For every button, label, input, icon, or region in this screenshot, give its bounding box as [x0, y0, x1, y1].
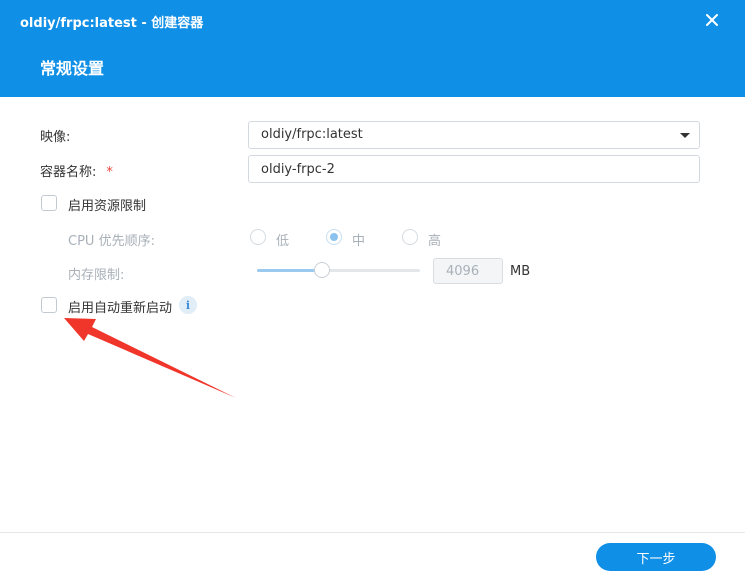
memory-unit-label: MB	[510, 264, 531, 279]
auto-restart-label: 启用自动重新启动	[68, 301, 173, 316]
image-select-value: oldiy/frpc:latest	[261, 127, 363, 142]
cpu-priority-medium-label: 中	[352, 234, 366, 249]
memory-slider-track[interactable]	[257, 269, 420, 272]
image-label: 映像:	[40, 130, 71, 145]
info-icon[interactable]: i	[179, 296, 197, 314]
close-icon	[706, 14, 718, 26]
resource-limit-checkbox[interactable]	[41, 195, 57, 211]
container-name-label: 容器名称: *	[40, 161, 113, 180]
close-button[interactable]	[701, 9, 723, 31]
cpu-priority-low-radio[interactable]	[250, 229, 266, 245]
image-select[interactable]: oldiy/frpc:latest	[248, 121, 700, 149]
cpu-priority-medium-radio[interactable]	[326, 229, 342, 245]
resource-limit-label: 启用资源限制	[68, 199, 147, 214]
memory-slider-fill	[257, 269, 323, 272]
chevron-down-icon	[680, 133, 690, 138]
container-name-input[interactable]	[248, 155, 700, 183]
memory-limit-input[interactable]	[433, 258, 503, 284]
cpu-priority-high-label: 高	[428, 234, 442, 249]
section-title: 常规设置	[40, 59, 105, 78]
cpu-priority-low-label: 低	[276, 234, 290, 249]
cpu-priority-high-radio[interactable]	[402, 229, 418, 245]
memory-slider-handle[interactable]	[314, 262, 331, 278]
next-button[interactable]: 下一步	[596, 543, 716, 571]
cpu-priority-label: CPU 优先顺序:	[68, 234, 155, 249]
create-container-dialog: oldiy/frpc:latest - 创建容器 常规设置 映像: oldiy/…	[0, 0, 745, 581]
required-mark: *	[106, 165, 113, 180]
dialog-header: oldiy/frpc:latest - 创建容器 常规设置	[0, 0, 745, 97]
container-name-label-text: 容器名称:	[40, 165, 97, 180]
annotation-arrow-shape	[64, 318, 236, 398]
memory-limit-label: 内存限制:	[68, 268, 125, 283]
auto-restart-checkbox[interactable]	[41, 297, 57, 313]
footer-divider	[0, 532, 745, 533]
window-title: oldiy/frpc:latest - 创建容器	[20, 15, 204, 31]
